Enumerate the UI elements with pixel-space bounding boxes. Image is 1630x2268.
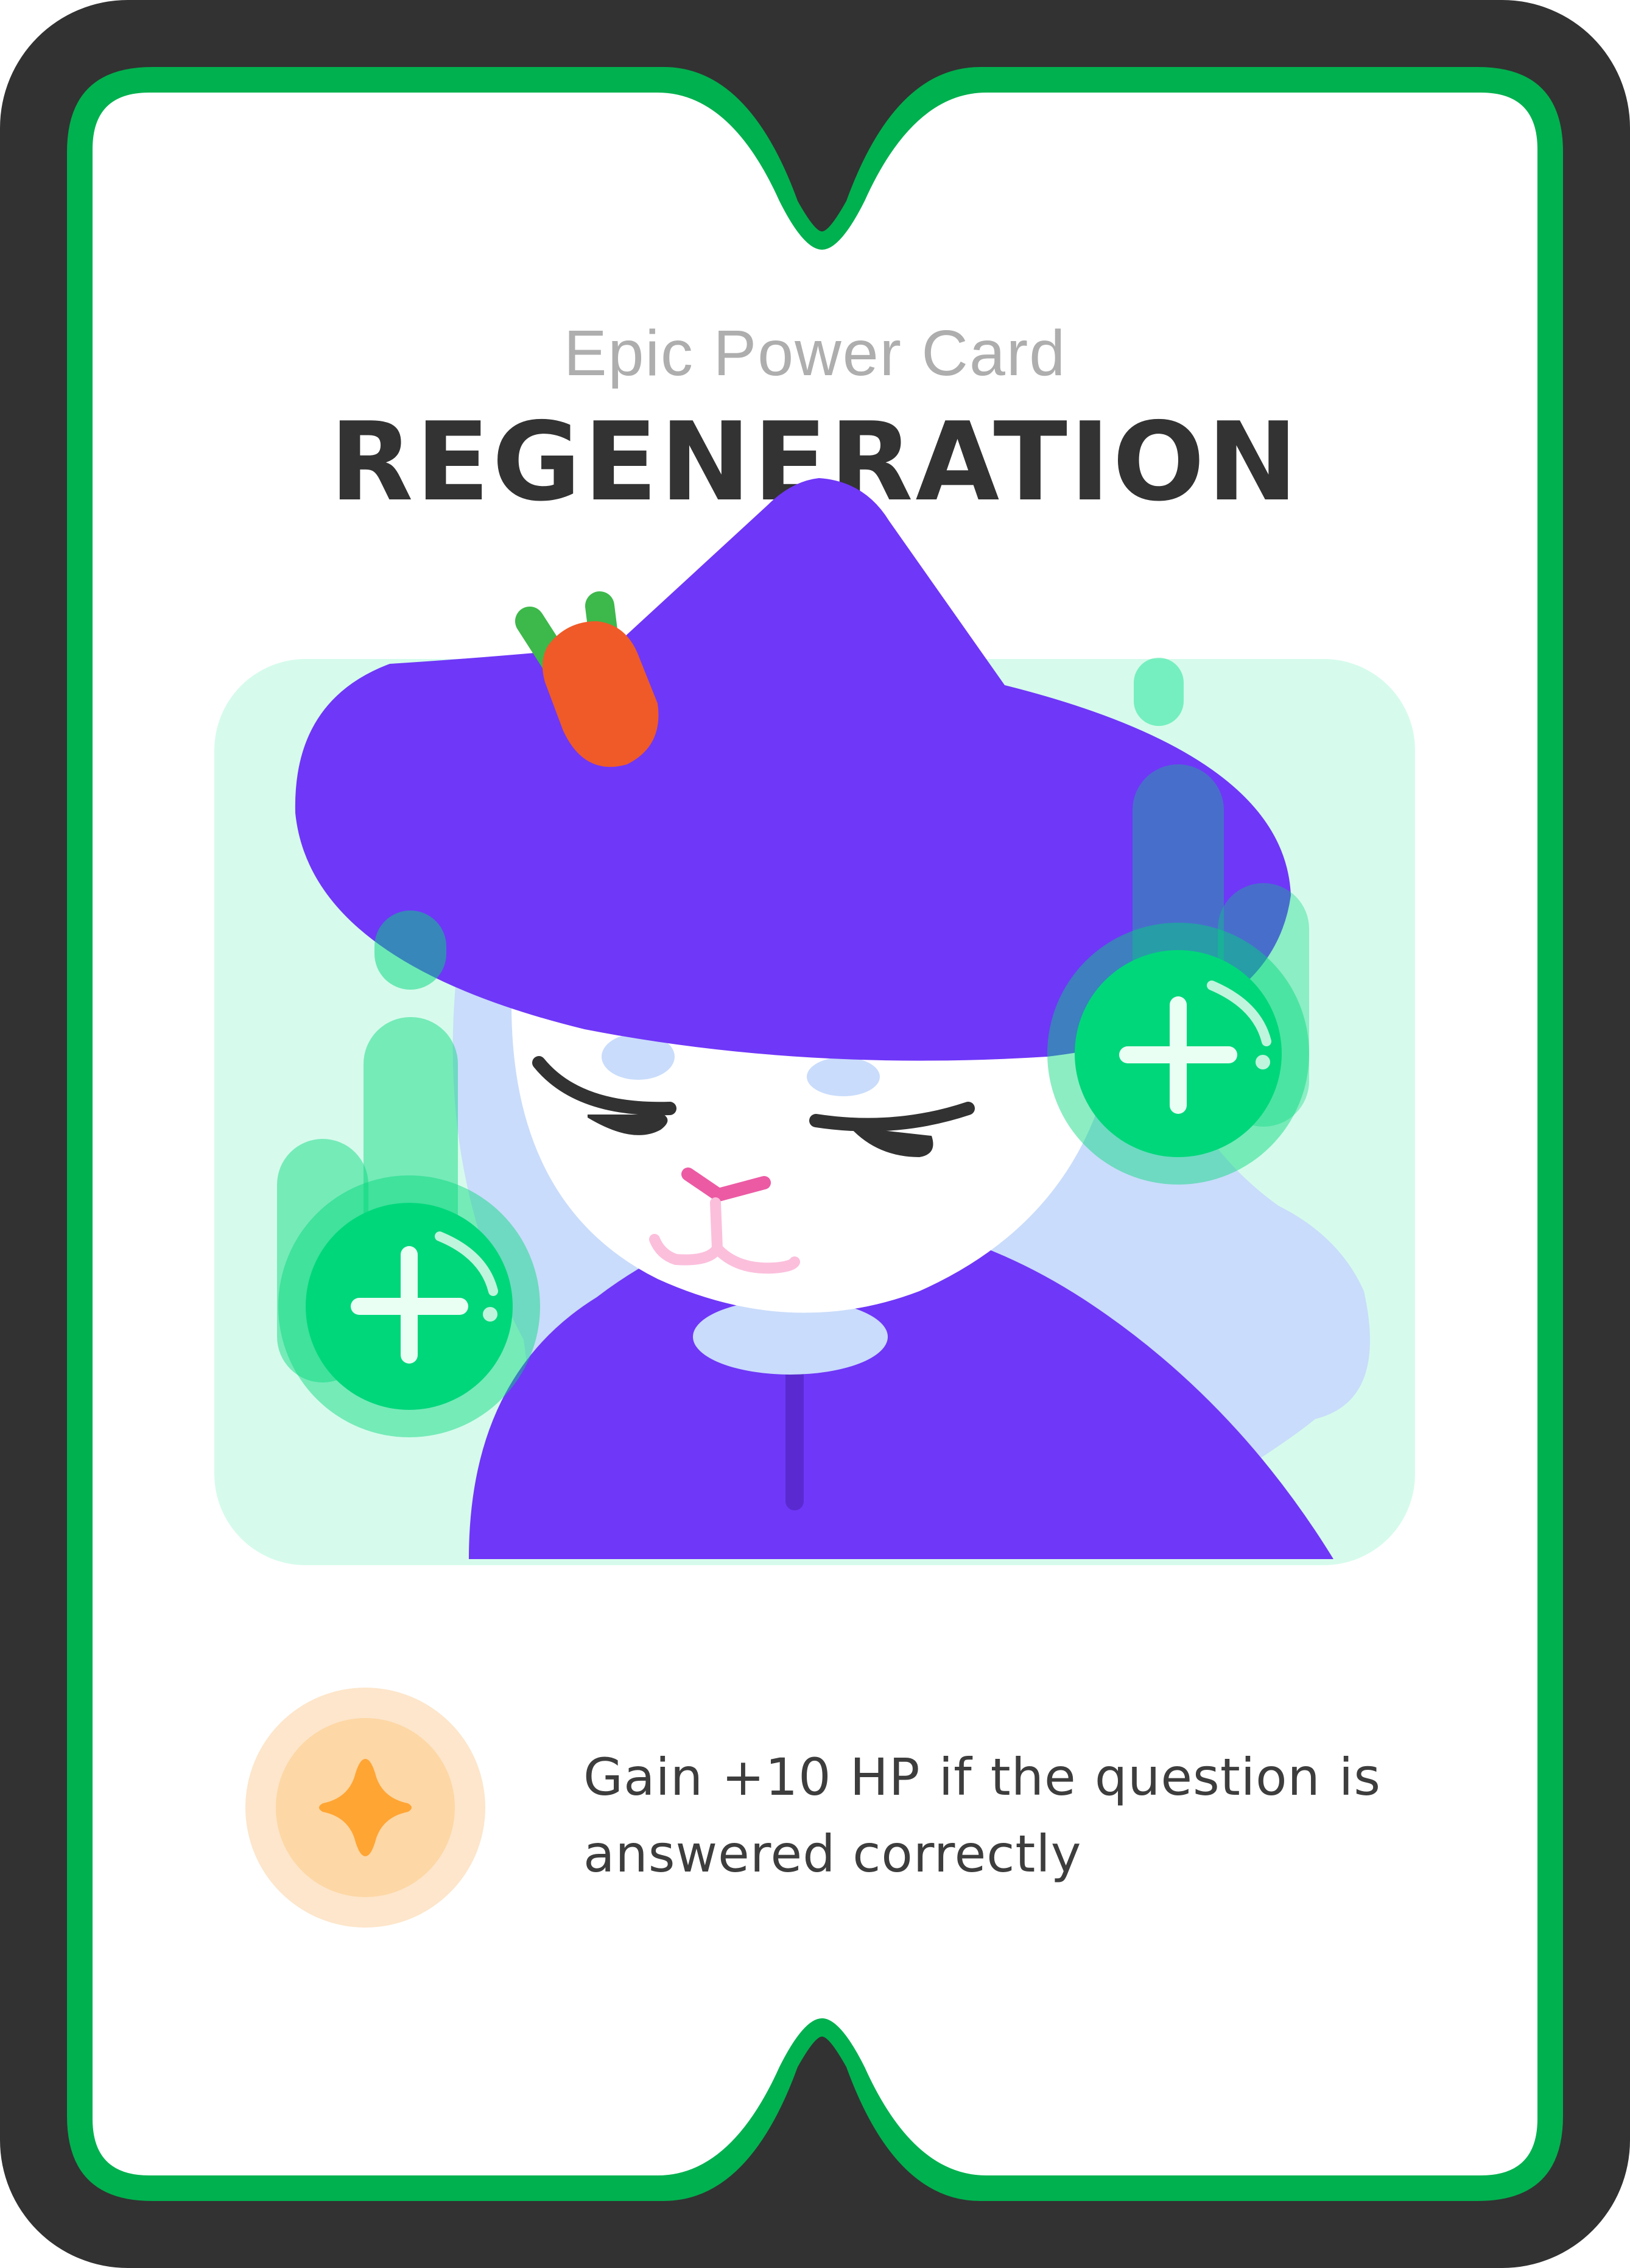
robe-seam xyxy=(785,1358,804,1510)
power-card[interactable]: Epic Power Card REGENERATION Gain +10 HP… xyxy=(0,0,1630,2268)
effect-badge xyxy=(245,1688,485,1928)
effect-description: Gain +10 HP if the question is answered … xyxy=(583,1747,1381,1884)
